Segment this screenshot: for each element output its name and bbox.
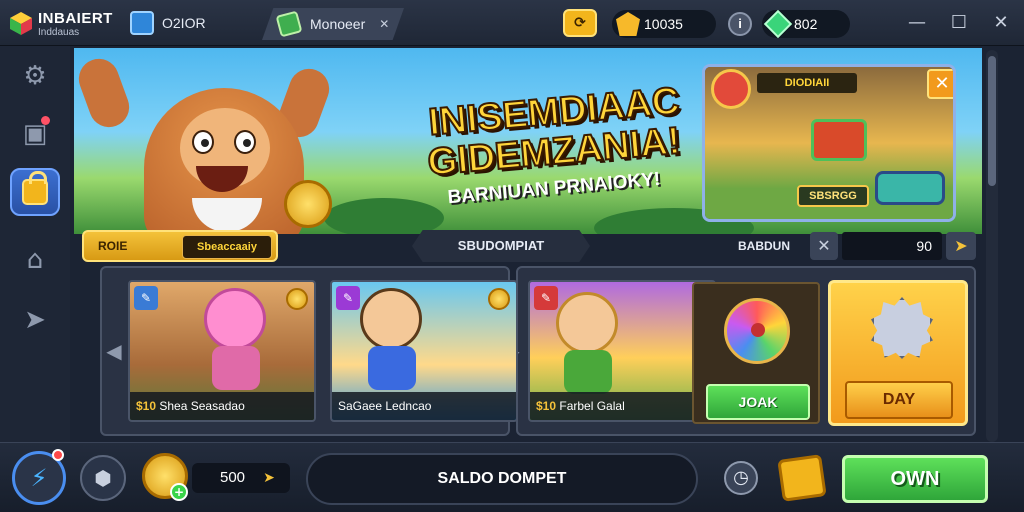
avatar xyxy=(711,69,751,109)
filter-row: ROIE Sbeaccaaiy SBUDOMPIAT BABDUN ✕ 90 ➤ xyxy=(74,230,984,266)
close-button[interactable]: ✕ xyxy=(988,10,1014,36)
amount-input[interactable]: 90 xyxy=(842,232,942,260)
coin-icon xyxy=(284,180,332,228)
cube-icon xyxy=(275,10,303,38)
coin-icon xyxy=(488,288,510,310)
clock-icon[interactable]: ◷ xyxy=(724,461,758,495)
mascot-eye xyxy=(192,130,214,154)
prev-arrow-icon[interactable]: ◀ xyxy=(106,334,122,368)
banner-headline: INISEMDIAAC GIDEMZANIA! BARNIUAN PRNAIOK… xyxy=(364,79,744,208)
balance-widget[interactable]: 500 + ➤ xyxy=(142,453,292,501)
own-button[interactable]: OWN xyxy=(842,455,988,503)
house-icon: ⌂ xyxy=(26,245,44,275)
app-brand[interactable]: INBAIERT Inddauas xyxy=(8,6,128,40)
character-head xyxy=(204,288,266,350)
coin-icon xyxy=(286,288,308,310)
character-head xyxy=(360,288,422,350)
product-card[interactable]: ✎ $10 Farbel Galal xyxy=(528,280,716,422)
gem-offer-card[interactable]: JOAK xyxy=(692,282,820,424)
category-label: ROIE xyxy=(98,239,128,253)
toy-car-icon xyxy=(875,171,945,205)
app-logo-icon xyxy=(10,12,32,35)
gem-icon xyxy=(763,9,793,39)
chevron-down-icon[interactable]: ✕ xyxy=(379,17,389,31)
card-price: $10 xyxy=(536,399,557,413)
product-card[interactable]: ✎ $10 Shea Seasadao xyxy=(128,280,316,422)
app-subtitle: Inddauas xyxy=(38,27,80,38)
add-coins-icon[interactable]: + xyxy=(170,483,188,501)
mascot-eye xyxy=(234,130,256,154)
lightning-icon: ⚡ xyxy=(30,464,48,492)
gift-chest-icon xyxy=(811,119,867,161)
card-caption: $10 Farbel Galal xyxy=(530,392,714,420)
gold-shield-icon xyxy=(616,12,640,36)
day-button[interactable]: DAY xyxy=(845,381,953,419)
treasure-chest-icon[interactable] xyxy=(777,454,827,502)
wallet-balance-button[interactable]: SALDO DOMPET xyxy=(306,453,698,505)
card-title: SaGaee Ledncao xyxy=(338,399,432,413)
paper-plane-icon: ➤ xyxy=(24,305,46,335)
monster-icon xyxy=(871,297,933,359)
info-button[interactable]: i xyxy=(728,12,752,36)
promo-banner[interactable]: INISEMDIAAC GIDEMZANIA! BARNIUAN PRNAIOK… xyxy=(74,48,982,234)
scrollbar-thumb[interactable] xyxy=(988,56,996,186)
rainbow-gem-icon xyxy=(724,298,790,364)
card-caption: $10 Shea Seasadao xyxy=(130,392,314,420)
sidebar-item-inbox[interactable]: ▣ xyxy=(10,110,60,158)
card-caption: SaGaee Ledncao xyxy=(332,392,516,420)
character-head xyxy=(556,292,618,354)
title-bar: INBAIERT Inddauas O2IOR Monoeer ✕ ⟳ 1003… xyxy=(0,0,1024,46)
minimize-button[interactable]: — xyxy=(904,10,930,36)
promo-action-button[interactable]: SBSRGG xyxy=(797,185,869,207)
category-dropdown[interactable]: Sbeaccaaiy xyxy=(182,235,272,259)
tab-folder[interactable]: O2IOR xyxy=(130,8,240,38)
tag-icon: ✎ xyxy=(336,286,360,310)
gem-counter[interactable]: 802 xyxy=(762,9,850,39)
app-title: INBAIERT xyxy=(38,10,113,27)
expand-arrow-icon[interactable]: ➤ xyxy=(258,467,280,489)
settings-button[interactable]: ⬢ xyxy=(80,455,126,501)
confirm-arrow-button[interactable]: ➤ xyxy=(946,232,976,260)
gold-value: 10035 xyxy=(644,16,683,32)
sidebar-item-shop[interactable] xyxy=(10,168,60,216)
gem-join-button[interactable]: JOAK xyxy=(706,384,810,420)
bottom-bar: ⚡ ⬢ 500 + ➤ SALDO DOMPET ◷ OWN xyxy=(0,442,1024,512)
gear-icon: ⚙ xyxy=(23,61,47,91)
tag-icon: ✎ xyxy=(534,286,558,310)
promo-title: DIODIAII xyxy=(757,73,857,93)
hexagon-gear-icon: ⬢ xyxy=(94,466,112,490)
gem-value: 802 xyxy=(794,16,818,32)
lock-icon xyxy=(22,171,48,205)
clear-filter-button[interactable]: ✕ xyxy=(810,232,838,260)
tab-monster-active[interactable]: Monoeer ✕ xyxy=(262,8,404,40)
alert-badge xyxy=(52,449,64,461)
character-body xyxy=(368,346,416,390)
tab-label: Monoeer xyxy=(310,16,366,32)
daily-offer-card[interactable]: DAY xyxy=(828,280,968,426)
tab-label: O2IOR xyxy=(162,15,206,31)
sidebar: ⚙ ▣ ⌂ ➤ xyxy=(0,46,70,442)
wallet-tab-header[interactable]: SBUDOMPIAT xyxy=(412,230,590,262)
notification-dot xyxy=(41,116,50,125)
promo-close-button[interactable]: ✕ xyxy=(927,69,953,99)
folder-icon xyxy=(130,11,154,35)
sidebar-item-settings[interactable]: ⚙ xyxy=(10,52,60,100)
coin-shop-button[interactable]: ⟳ xyxy=(563,9,597,37)
sidebar-item-launch[interactable]: ➤ xyxy=(10,296,60,344)
gold-counter[interactable]: 10035 xyxy=(612,10,716,38)
maximize-button[interactable]: ☐ xyxy=(946,10,972,36)
card-price: $10 xyxy=(136,399,157,413)
category-filter-button[interactable]: ROIE Sbeaccaaiy xyxy=(82,230,278,262)
tag-icon: ✎ xyxy=(134,286,158,310)
product-card[interactable]: ✎ SaGaee Ledncao xyxy=(330,280,518,422)
mascot-character xyxy=(74,48,335,234)
character-body xyxy=(564,350,612,394)
mascot-arm xyxy=(74,53,135,133)
card-title: Farbel Galal xyxy=(559,399,625,413)
card-title: Shea Seasadao xyxy=(159,399,245,413)
character-body xyxy=(212,346,260,390)
sort-label: BABDUN xyxy=(738,239,790,253)
promo-panel[interactable]: DIODIAII ✕ SBSRGG xyxy=(702,64,956,222)
sidebar-item-home[interactable]: ⌂ xyxy=(10,236,60,284)
